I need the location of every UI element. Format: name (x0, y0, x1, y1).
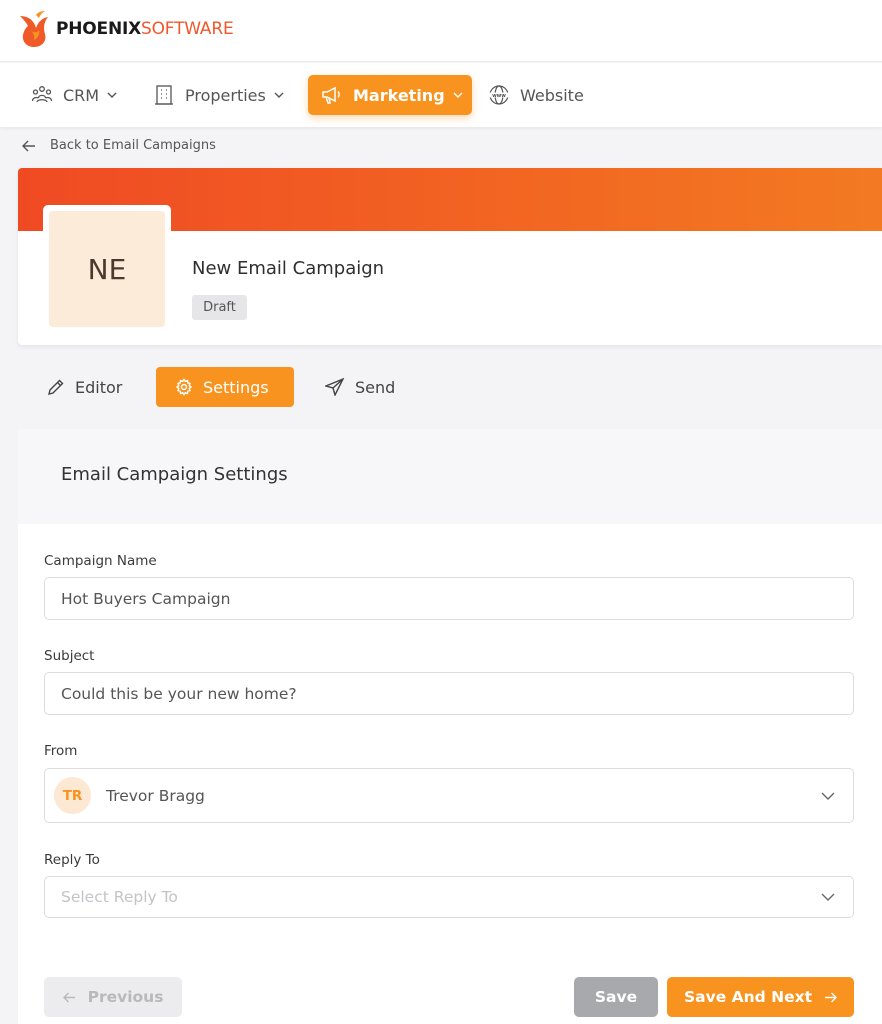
tab-send[interactable]: Send (325, 367, 395, 407)
people-icon (31, 84, 53, 106)
phoenix-flame-icon (20, 11, 48, 47)
arrow-left-icon (62, 992, 76, 1003)
chevron-down-icon (107, 92, 117, 98)
settings-card-header: Email Campaign Settings (18, 429, 882, 524)
previous-button[interactable]: Previous (44, 977, 182, 1017)
top-logo-bar: PHOENIXSOFTWARE (0, 0, 882, 62)
save-and-next-button[interactable]: Save And Next (667, 977, 854, 1017)
campaign-name-input[interactable] (44, 577, 854, 620)
nav-item-website[interactable]: www Website (488, 75, 584, 115)
settings-card: Email Campaign Settings (18, 429, 882, 1024)
campaign-name-label: Campaign Name (44, 553, 157, 569)
save-button-label: Save (594, 988, 638, 1006)
save-and-next-label: Save And Next (683, 988, 813, 1006)
nav-label-properties: Properties (185, 85, 266, 105)
reply-to-label: Reply To (44, 852, 100, 868)
tab-editor[interactable]: Editor (47, 367, 122, 407)
save-button[interactable]: Save (574, 977, 658, 1017)
campaign-title: New Email Campaign (192, 258, 385, 279)
send-icon (325, 378, 345, 396)
tab-label-editor: Editor (75, 377, 123, 397)
nav-label-marketing: Marketing (353, 85, 445, 105)
reply-to-placeholder: Select Reply To (61, 888, 178, 906)
brand-name-bold: PHOENIX (56, 19, 142, 39)
www-globe-icon: www (488, 84, 510, 106)
avatar: TR (54, 777, 91, 814)
main-nav: CRM Properties Marketing www Website (0, 63, 882, 127)
pencil-icon (47, 378, 65, 396)
chevron-down-icon (453, 92, 463, 98)
chevron-down-icon (821, 893, 835, 901)
arrow-left-icon (22, 140, 35, 151)
nav-item-crm[interactable]: CRM (31, 75, 118, 115)
nav-label-website: Website (520, 85, 584, 105)
previous-button-label: Previous (87, 988, 164, 1006)
nav-item-marketing[interactable]: Marketing (308, 75, 472, 115)
from-select[interactable]: TR Trevor Bragg (44, 768, 854, 823)
building-icon (153, 84, 175, 106)
from-selected-value: Trevor Bragg (106, 786, 205, 805)
campaign-avatar-frame: NE (43, 205, 171, 332)
brand-logo[interactable]: PHOENIXSOFTWARE (18, 10, 234, 48)
settings-title: Email Campaign Settings (61, 464, 288, 485)
arrow-right-icon (824, 992, 838, 1003)
campaign-avatar: NE (49, 211, 165, 327)
gear-icon (175, 378, 193, 396)
chevron-down-icon (821, 792, 835, 800)
svg-text:www: www (492, 93, 506, 99)
campaign-header-card: NE New Email Campaign Draft (18, 168, 882, 345)
tab-label-settings: Settings (203, 377, 269, 397)
nav-item-properties[interactable]: Properties (153, 75, 285, 115)
reply-to-select[interactable]: Select Reply To (44, 876, 854, 918)
from-label: From (44, 743, 78, 759)
back-link[interactable]: Back to Email Campaigns (22, 138, 216, 153)
megaphone-icon (321, 84, 343, 106)
status-badge: Draft (192, 295, 247, 320)
brand-name-light: SOFTWARE (141, 19, 234, 39)
tab-label-send: Send (355, 377, 396, 397)
nav-label-crm: CRM (63, 85, 100, 105)
chevron-down-icon (274, 92, 284, 98)
back-link-label: Back to Email Campaigns (50, 138, 216, 153)
subject-input[interactable] (44, 672, 854, 715)
subject-label: Subject (44, 648, 95, 664)
tab-settings[interactable]: Settings (156, 367, 294, 407)
